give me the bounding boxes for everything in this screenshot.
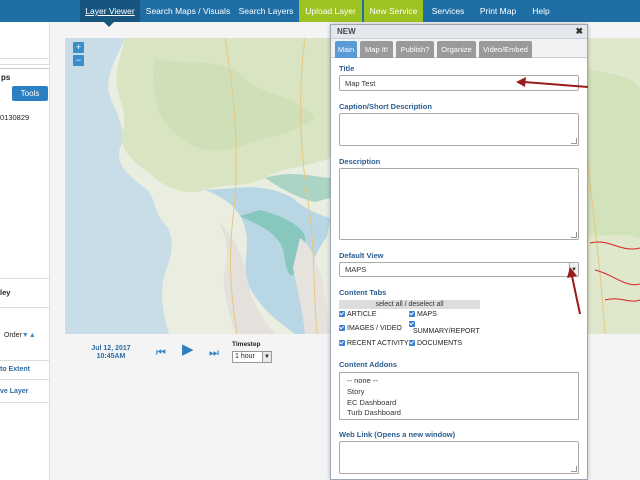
timestep-select[interactable]: 1 hour ▼ <box>232 351 272 363</box>
nav-layer-viewer[interactable]: Layer Viewer <box>80 0 140 22</box>
top-nav: Layer Viewer Search Maps / Visuals Searc… <box>0 0 640 22</box>
caption-textarea[interactable] <box>339 113 579 146</box>
checkbox-label: MAPS <box>417 311 437 318</box>
divider <box>0 58 49 59</box>
description-label: Description <box>339 157 381 166</box>
app-root: Layer Viewer Search Maps / Visuals Searc… <box>0 0 640 480</box>
checkbox-maps[interactable]: MAPS <box>409 311 437 318</box>
nav-services[interactable]: Services <box>426 0 470 22</box>
caption-label: Caption/Short Description <box>339 102 432 111</box>
tab-map-it[interactable]: Map It! <box>360 41 393 58</box>
arrow-annotation-icon <box>516 77 589 88</box>
order-text: Order <box>4 332 22 339</box>
checkbox-article[interactable]: ARTICLE <box>339 311 376 318</box>
checkbox-checked-icon[interactable] <box>339 340 345 346</box>
left-panel-tab[interactable]: ps <box>0 68 49 86</box>
checkbox-recent-activity[interactable]: RECENT ACTIVITY <box>339 340 409 347</box>
checkbox-summary-report[interactable]: SUMMARY/REPORT <box>409 321 480 335</box>
content-addons-list[interactable]: -- none -- Story EC Dashboard Turb Dashb… <box>339 372 579 420</box>
divider <box>0 64 49 65</box>
default-view-value: MAPS <box>345 265 367 274</box>
weblink-textarea[interactable] <box>339 441 579 474</box>
timestep-label: Timestep <box>232 341 261 348</box>
default-view-label: Default View <box>339 251 384 260</box>
checkbox-images-video[interactable]: IMAGES / VIDEO <box>339 325 402 332</box>
default-view-select[interactable]: MAPS ▼ <box>339 262 579 277</box>
tab-publish[interactable]: Publish? <box>396 41 434 58</box>
weblink-label: Web Link (Opens a new window) <box>339 430 456 439</box>
addon-option[interactable]: -- none -- <box>347 376 378 385</box>
content-tabs-label: Content Tabs <box>339 288 387 297</box>
remove-layer-link[interactable]: ve Layer <box>0 388 28 395</box>
addon-option[interactable]: Story <box>347 387 365 396</box>
tab-main[interactable]: Main <box>335 41 357 58</box>
resize-handle[interactable] <box>571 232 577 238</box>
zoom-in-button[interactable]: + <box>73 42 84 53</box>
close-icon[interactable]: ✖ <box>575 26 583 37</box>
checkbox-label: IMAGES / VIDEO <box>347 325 402 332</box>
new-service-dialog: NEW ✖ Main Map It! Publish? Organize Vid… <box>330 24 588 480</box>
checkbox-documents[interactable]: DOCUMENTS <box>409 340 462 347</box>
title-label: Title <box>339 64 355 73</box>
dialog-title: NEW <box>337 27 356 36</box>
nav-search-maps[interactable]: Search Maps / Visuals <box>144 0 232 22</box>
checkbox-label: RECENT ACTIVITY <box>347 340 409 347</box>
timeline-date: Jul 12, 2017 <box>91 345 131 352</box>
zoom-out-button[interactable]: − <box>73 55 84 66</box>
description-textarea[interactable] <box>339 168 579 240</box>
checkbox-checked-icon[interactable] <box>409 311 415 317</box>
left-panel: ps Tools 0130829 ley Order▼▲ to Extent v… <box>0 22 50 480</box>
step-forward-icon[interactable]: ⏭ <box>209 347 219 359</box>
divider <box>0 379 49 380</box>
checkbox-label: DOCUMENTS <box>417 340 463 347</box>
divider <box>0 402 49 403</box>
checkbox-label: SUMMARY/REPORT <box>413 328 480 335</box>
nav-print-map[interactable]: Print Map <box>474 0 522 22</box>
nav-new-service[interactable]: New Service <box>364 0 423 22</box>
checkbox-checked-icon[interactable] <box>339 311 345 317</box>
tools-button[interactable]: Tools <box>12 86 48 101</box>
tab-organize[interactable]: Organize <box>437 41 476 58</box>
tab-video-embed[interactable]: Video/Embed <box>479 41 532 58</box>
dialog-tabs: Main Map It! Publish? Organize Video/Emb… <box>331 39 587 58</box>
step-back-icon[interactable]: ⏮ <box>156 347 166 359</box>
resize-handle[interactable] <box>571 466 577 472</box>
select-all-toggle[interactable]: select all / deselect all <box>339 300 480 309</box>
order-up-icon[interactable]: ▲ <box>29 332 36 339</box>
divider <box>0 360 49 361</box>
zoom-to-extent-link[interactable]: to Extent <box>0 366 30 373</box>
addon-option[interactable]: EC Dashboard <box>347 398 396 407</box>
content-addons-label: Content Addons <box>339 360 398 369</box>
checkbox-checked-icon[interactable] <box>409 340 415 346</box>
order-down-icon[interactable]: ▼ <box>22 332 29 339</box>
nav-active-caret <box>104 22 114 27</box>
divider <box>0 307 49 308</box>
chevron-down-icon: ▼ <box>262 352 271 362</box>
timestep-value: 1 hour <box>235 353 255 360</box>
checkbox-checked-icon[interactable] <box>339 325 345 331</box>
checkbox-checked-icon[interactable] <box>409 321 415 327</box>
dialog-header: NEW ✖ <box>331 25 587 39</box>
order-label[interactable]: Order▼▲ <box>4 332 36 339</box>
checkbox-label: ARTICLE <box>347 311 377 318</box>
resize-handle[interactable] <box>571 138 577 144</box>
timeline-time: 10:45AM <box>96 353 126 360</box>
divider <box>0 278 49 279</box>
arrow-annotation-icon <box>567 267 581 315</box>
nav-search-layers[interactable]: Search Layers <box>236 0 296 22</box>
layer-id-text: 0130829 <box>0 113 30 122</box>
addon-option[interactable]: Turb Dashboard <box>347 408 401 417</box>
nav-help[interactable]: Help <box>526 0 556 22</box>
nav-upload-layer[interactable]: Upload Layer <box>299 0 362 22</box>
layer-name-text: ley <box>0 288 11 297</box>
play-icon[interactable]: ▶ <box>182 342 194 357</box>
